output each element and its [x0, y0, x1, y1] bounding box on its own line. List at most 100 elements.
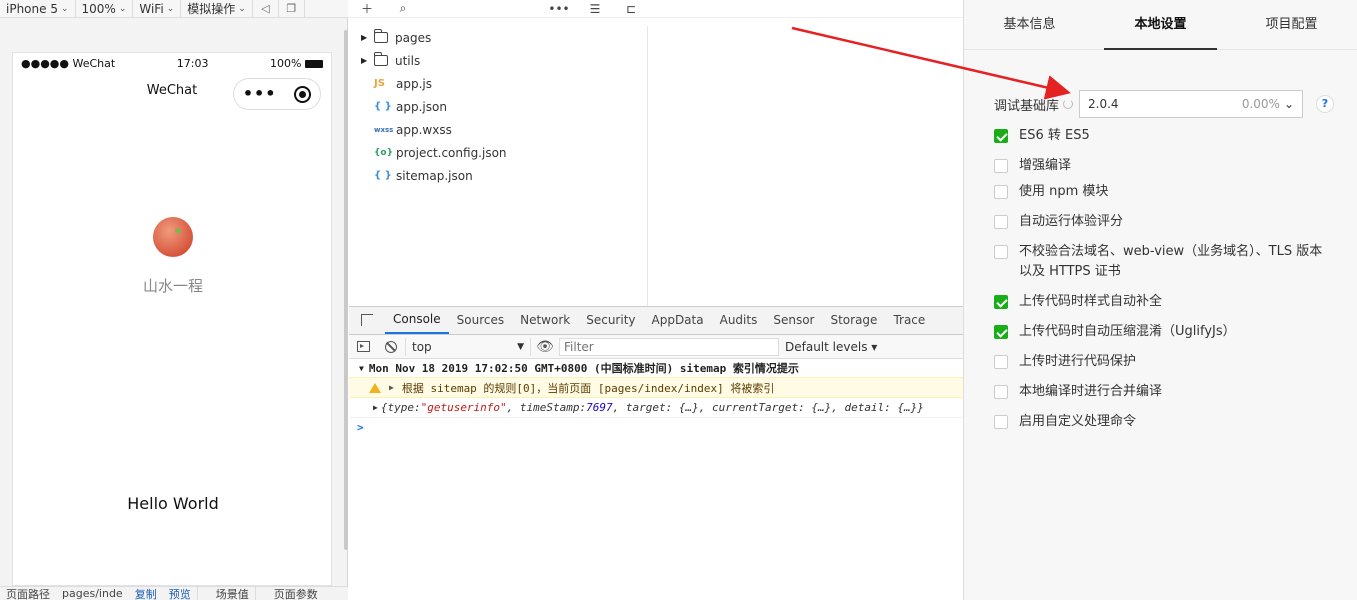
simulate-operation-select[interactable]: 模拟操作 ⌄: [181, 0, 253, 18]
expand-triangle-icon[interactable]: ▶: [373, 403, 378, 412]
tab-audits[interactable]: Audits: [712, 306, 766, 334]
chevron-down-icon: ⌄: [166, 3, 175, 14]
expand-triangle-icon[interactable]: ▶: [389, 383, 394, 392]
settings-tab-1[interactable]: 本地设置: [1095, 0, 1226, 50]
checkbox[interactable]: [994, 355, 1008, 369]
eye-icon[interactable]: 👁: [531, 339, 559, 355]
option-label: 上传代码时样式自动补全: [1019, 294, 1163, 309]
folder-icon: [374, 29, 388, 43]
file-icon: { }: [374, 101, 392, 112]
settings-option[interactable]: 上传代码时自动压缩混淆（UglifyJs）: [994, 322, 1324, 342]
expand-arrow-icon[interactable]: ▶: [361, 56, 374, 65]
file-icon: JS: [374, 78, 385, 89]
checkbox[interactable]: [994, 185, 1008, 199]
phone-status-bar: ●●●●● WeChat 17:03 100%: [13, 53, 331, 73]
tab-appdata[interactable]: AppData: [644, 306, 712, 334]
file-tree-item[interactable]: { } app.json: [349, 95, 647, 118]
context-select[interactable]: top ▼: [405, 337, 531, 356]
tab-storage[interactable]: Storage: [822, 306, 885, 334]
window-icon[interactable]: ❐: [279, 0, 305, 18]
file-icon: {o}: [374, 147, 393, 158]
settings-option[interactable]: ES6 转 ES5: [994, 126, 1324, 146]
avatar[interactable]: [153, 217, 193, 257]
search-icon[interactable]: ⌕: [385, 1, 421, 16]
split-view-icon[interactable]: ⊏: [613, 2, 649, 16]
option-label: 本地编译时进行合并编译: [1019, 384, 1163, 399]
file-name: project.config.json: [396, 145, 507, 160]
simulator-scrollbar[interactable]: [344, 30, 348, 550]
tab-trace[interactable]: Trace: [885, 306, 933, 334]
clear-console-icon[interactable]: [377, 340, 405, 353]
warning-message[interactable]: ▶ 根据 sitemap 的规则[0]，当前页面 [pages/index/in…: [349, 377, 963, 398]
page-params-button[interactable]: 页面参数: [268, 587, 324, 600]
tab-console[interactable]: Console: [385, 306, 449, 334]
preview-link[interactable]: 预览: [163, 587, 197, 600]
more-icon[interactable]: •••: [541, 2, 577, 16]
checkbox[interactable]: [994, 295, 1008, 309]
checkbox[interactable]: [994, 415, 1008, 429]
phone-nav-bar: WeChat •••: [13, 73, 331, 110]
settings-option[interactable]: 使用 npm 模块: [994, 182, 1324, 202]
sidebar-toggle-icon[interactable]: [349, 341, 377, 352]
expand-arrow-icon[interactable]: ▶: [361, 33, 374, 42]
help-icon[interactable]: ?: [1316, 95, 1334, 113]
settings-option[interactable]: 增强编译: [994, 156, 1324, 176]
settings-option[interactable]: 自动运行体验评分: [994, 212, 1324, 232]
option-label: ES6 转 ES5: [1019, 128, 1090, 143]
user-nickname: 山水一程: [142, 277, 203, 295]
tab-sources[interactable]: Sources: [449, 306, 512, 334]
option-label: 使用 npm 模块: [1019, 184, 1109, 199]
file-tree-item[interactable]: ▶ utils: [349, 49, 647, 72]
chevron-down-icon: ⌄: [1283, 97, 1295, 111]
volume-icon[interactable]: ◁: [253, 0, 279, 18]
collapse-list-icon[interactable]: ☰: [577, 2, 613, 16]
console-output: ▼ Mon Nov 18 2019 17:02:50 GMT+0800 (中国标…: [349, 359, 963, 438]
log-group-header[interactable]: ▼ Mon Nov 18 2019 17:02:50 GMT+0800 (中国标…: [349, 359, 963, 377]
checkbox[interactable]: [994, 129, 1008, 143]
capsule-menu[interactable]: •••: [233, 78, 321, 110]
scene-value-button[interactable]: 场景值: [210, 587, 255, 600]
settings-tab-0[interactable]: 基本信息: [964, 0, 1095, 49]
settings-option[interactable]: 启用自定义处理命令: [994, 412, 1324, 432]
checkbox[interactable]: [994, 159, 1008, 173]
console-prompt[interactable]: >: [349, 418, 963, 438]
base-library-select[interactable]: 2.0.4 0.00% ⌄: [1079, 90, 1304, 118]
element-picker-icon[interactable]: [349, 306, 385, 334]
checkbox[interactable]: [994, 325, 1008, 339]
filter-input[interactable]: [559, 337, 779, 356]
zoom-select[interactable]: 100% ⌄: [76, 0, 134, 18]
simulator-toolbar: iPhone 5 ⌄ 100% ⌄ WiFi ⌄ 模拟操作 ⌄ ◁ ❐: [0, 0, 348, 18]
copy-link[interactable]: 复制: [129, 587, 163, 600]
device-select[interactable]: iPhone 5 ⌄: [0, 0, 76, 18]
file-tree-item[interactable]: wxss app.wxss: [349, 118, 647, 141]
settings-option[interactable]: 上传时进行代码保护: [994, 352, 1324, 372]
close-target-icon[interactable]: [294, 85, 312, 103]
chevron-down-icon: ⌄: [60, 3, 69, 14]
settings-option[interactable]: 上传代码时样式自动补全: [994, 292, 1324, 312]
checkbox[interactable]: [994, 245, 1008, 259]
expand-triangle-icon[interactable]: ▼: [359, 364, 364, 373]
log-levels-select[interactable]: Default levels ▾: [785, 340, 877, 354]
file-tree-item[interactable]: JS app.js: [349, 72, 647, 95]
settings-tab-2[interactable]: 项目配置: [1226, 0, 1357, 49]
settings-option[interactable]: 不校验合法域名、web-view（业务域名）、TLS 版本以及 HTTPS 证书: [994, 242, 1324, 282]
network-select[interactable]: WiFi ⌄: [133, 0, 182, 18]
file-tree: ▶ pages ▶ utils JS app.js { } app.json wxss app.w…: [349, 26, 648, 306]
log-object[interactable]: ▶ {type: "getuserinfo", timeStamp: 7697,…: [349, 398, 963, 418]
devtools-tabs: Console Sources Network Security AppData Audi…: [349, 307, 963, 335]
simulator-panel: iPhone 5 ⌄ 100% ⌄ WiFi ⌄ 模拟操作 ⌄ ◁ ❐ ●●●●● We…: [0, 0, 348, 600]
file-icon: { }: [374, 170, 392, 181]
more-icon[interactable]: •••: [243, 79, 277, 109]
checkbox[interactable]: [994, 385, 1008, 399]
settings-option[interactable]: 本地编译时进行合并编译: [994, 382, 1324, 402]
tab-network[interactable]: Network: [512, 306, 578, 334]
file-tree-item[interactable]: ▶ pages: [349, 26, 647, 49]
checkbox[interactable]: [994, 215, 1008, 229]
file-tree-item[interactable]: { } sitemap.json: [349, 164, 647, 187]
option-label: 启用自定义处理命令: [1019, 414, 1137, 429]
file-tree-item[interactable]: {o} project.config.json: [349, 141, 647, 164]
tab-security[interactable]: Security: [578, 306, 643, 334]
tab-sensor[interactable]: Sensor: [765, 306, 822, 334]
add-icon[interactable]: ＋: [349, 0, 385, 17]
file-name: app.js: [396, 76, 432, 91]
